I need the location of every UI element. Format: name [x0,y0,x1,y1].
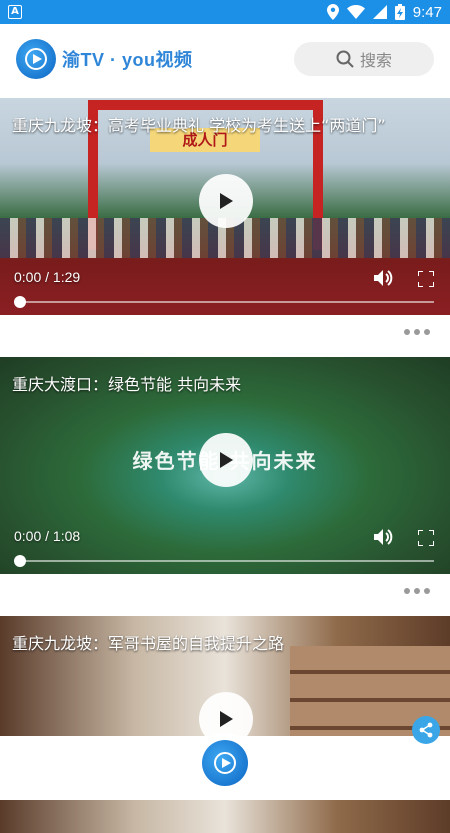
card-footer [0,315,450,357]
volume-icon[interactable] [374,269,394,287]
signal-icon [372,5,387,19]
status-indicators: 9:47 [326,3,442,21]
play-icon [220,711,233,727]
more-options-icon[interactable] [404,588,430,594]
battery-icon [394,4,405,20]
card-footer [0,574,450,616]
wifi-icon [346,5,365,19]
app-brand-name: 渝TV · you视频 [62,50,193,70]
video-card: 绿色节能 共向未来 重庆大渡口：绿色节能 共向未来 0:00 / 1:08 [0,357,450,616]
volume-icon[interactable] [374,528,394,546]
more-options-icon[interactable] [404,329,430,335]
playback-time: 0:00 / 1:29 [14,269,81,285]
search-icon [336,50,354,68]
video-card: 成人门 重庆九龙坡：高考毕业典礼 学校为考生送上“两道门” 0:00 / 1:2… [0,98,450,357]
fullscreen-icon[interactable] [418,271,434,287]
playback-time: 0:00 / 1:08 [14,528,81,544]
progress-handle[interactable] [14,555,26,567]
search-button[interactable]: 搜索 [294,42,434,76]
progress-bar[interactable] [20,560,434,562]
video-player[interactable]: 重庆九龙坡：军哥书屋的自我提升之路 [0,616,450,833]
location-icon [326,4,339,20]
share-icon [419,722,433,738]
share-button[interactable] [412,716,440,744]
video-title: 重庆九龙坡：军哥书屋的自我提升之路 [12,634,285,653]
play-icon [220,193,233,209]
video-feed[interactable]: 成人门 重庆九龙坡：高考毕业典礼 学校为考生送上“两道门” 0:00 / 1:2… [0,98,450,833]
video-title: 重庆九龙坡：高考毕业典礼 学校为考生送上“两道门” [12,116,386,135]
progress-handle[interactable] [14,296,26,308]
play-button[interactable] [199,433,253,487]
app-notification-icon: A [8,5,22,19]
video-title: 重庆大渡口：绿色节能 共向未来 [12,375,242,394]
home-logo-icon [202,740,248,786]
video-player[interactable]: 绿色节能 共向未来 重庆大渡口：绿色节能 共向未来 0:00 / 1:08 [0,357,450,574]
play-button[interactable] [199,174,253,228]
status-bar: A 9:47 [0,0,450,24]
video-player[interactable]: 成人门 重庆九龙坡：高考毕业典礼 学校为考生送上“两道门” 0:00 / 1:2… [0,98,450,315]
progress-bar[interactable] [20,301,434,303]
app-header: 渝TV · you视频 搜索 [0,24,450,94]
home-tab-button[interactable] [195,733,255,793]
fullscreen-icon[interactable] [418,530,434,546]
status-time: 9:47 [412,3,442,21]
app-logo-icon[interactable] [16,39,56,79]
play-icon [220,452,233,468]
search-label: 搜索 [359,51,392,70]
video-card: 重庆九龙坡：军哥书屋的自我提升之路 [0,616,450,833]
